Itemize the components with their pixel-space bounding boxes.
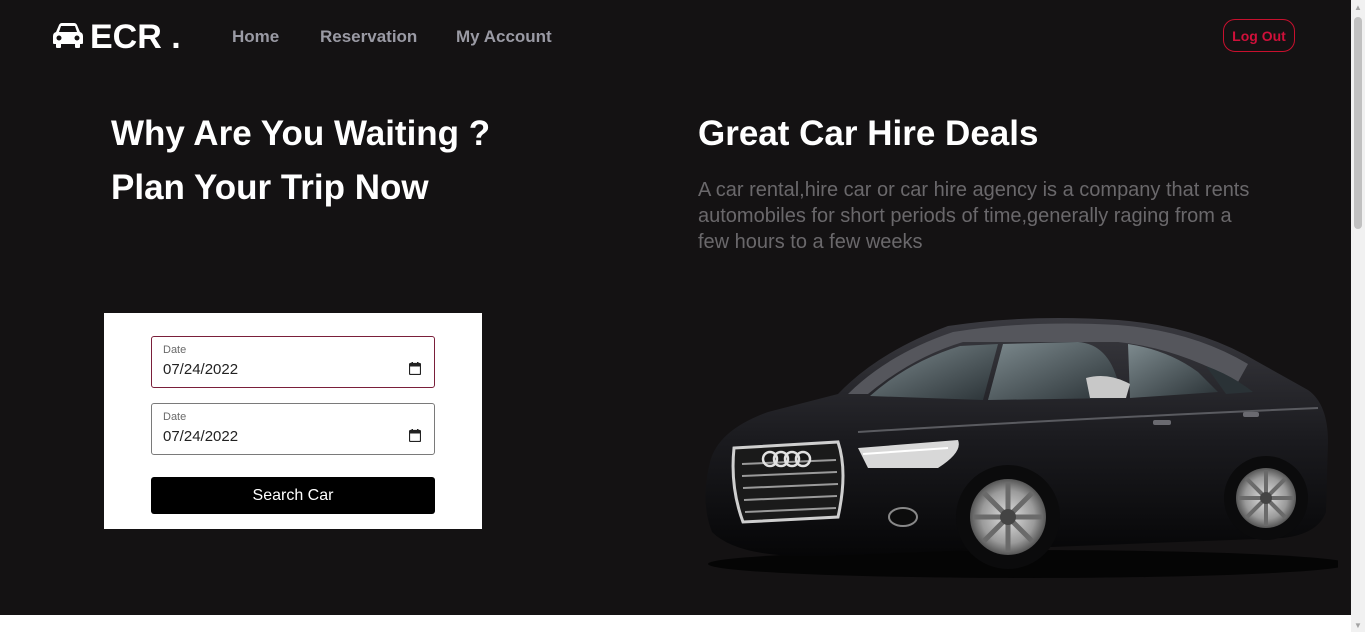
scroll-thumb[interactable]: [1354, 17, 1362, 229]
deals-title: Great Car Hire Deals: [698, 114, 1039, 153]
car-image: [698, 312, 1348, 587]
search-car-button[interactable]: Search Car: [151, 477, 435, 514]
car-icon: [53, 22, 83, 53]
brand-name: ECR .: [90, 17, 181, 56]
return-date-field[interactable]: Date 07/24/2022: [151, 403, 435, 455]
brand-logo[interactable]: ECR .: [53, 17, 181, 57]
nav-my-account[interactable]: My Account: [456, 27, 552, 47]
nav-reservation[interactable]: Reservation: [320, 27, 417, 47]
return-date-label: Date: [163, 411, 187, 423]
logout-button[interactable]: Log Out: [1223, 19, 1295, 52]
calendar-icon[interactable]: [408, 362, 422, 380]
search-form: Date 07/24/2022 Date 07/24/2022 Search C…: [104, 313, 482, 529]
pickup-date-field[interactable]: Date 07/24/2022: [151, 336, 435, 388]
calendar-icon[interactable]: [408, 429, 422, 447]
scroll-down-arrow-icon[interactable]: ▼: [1351, 618, 1365, 632]
pickup-date-label: Date: [163, 344, 187, 356]
deals-description: A car rental,hire car or car hire agency…: [698, 179, 1250, 253]
hero-headline-line2: Plan Your Trip Now: [111, 168, 429, 207]
pickup-date-value: 07/24/2022: [163, 361, 239, 378]
page: ECR . Home Reservation My Account Log Ou…: [0, 0, 1351, 615]
hero-headline-line1: Why Are You Waiting ?: [111, 114, 491, 153]
return-date-value: 07/24/2022: [163, 428, 239, 445]
nav-home[interactable]: Home: [232, 27, 279, 47]
vertical-scrollbar[interactable]: ▲ ▼: [1351, 0, 1365, 632]
scroll-up-arrow-icon[interactable]: ▲: [1351, 0, 1365, 14]
